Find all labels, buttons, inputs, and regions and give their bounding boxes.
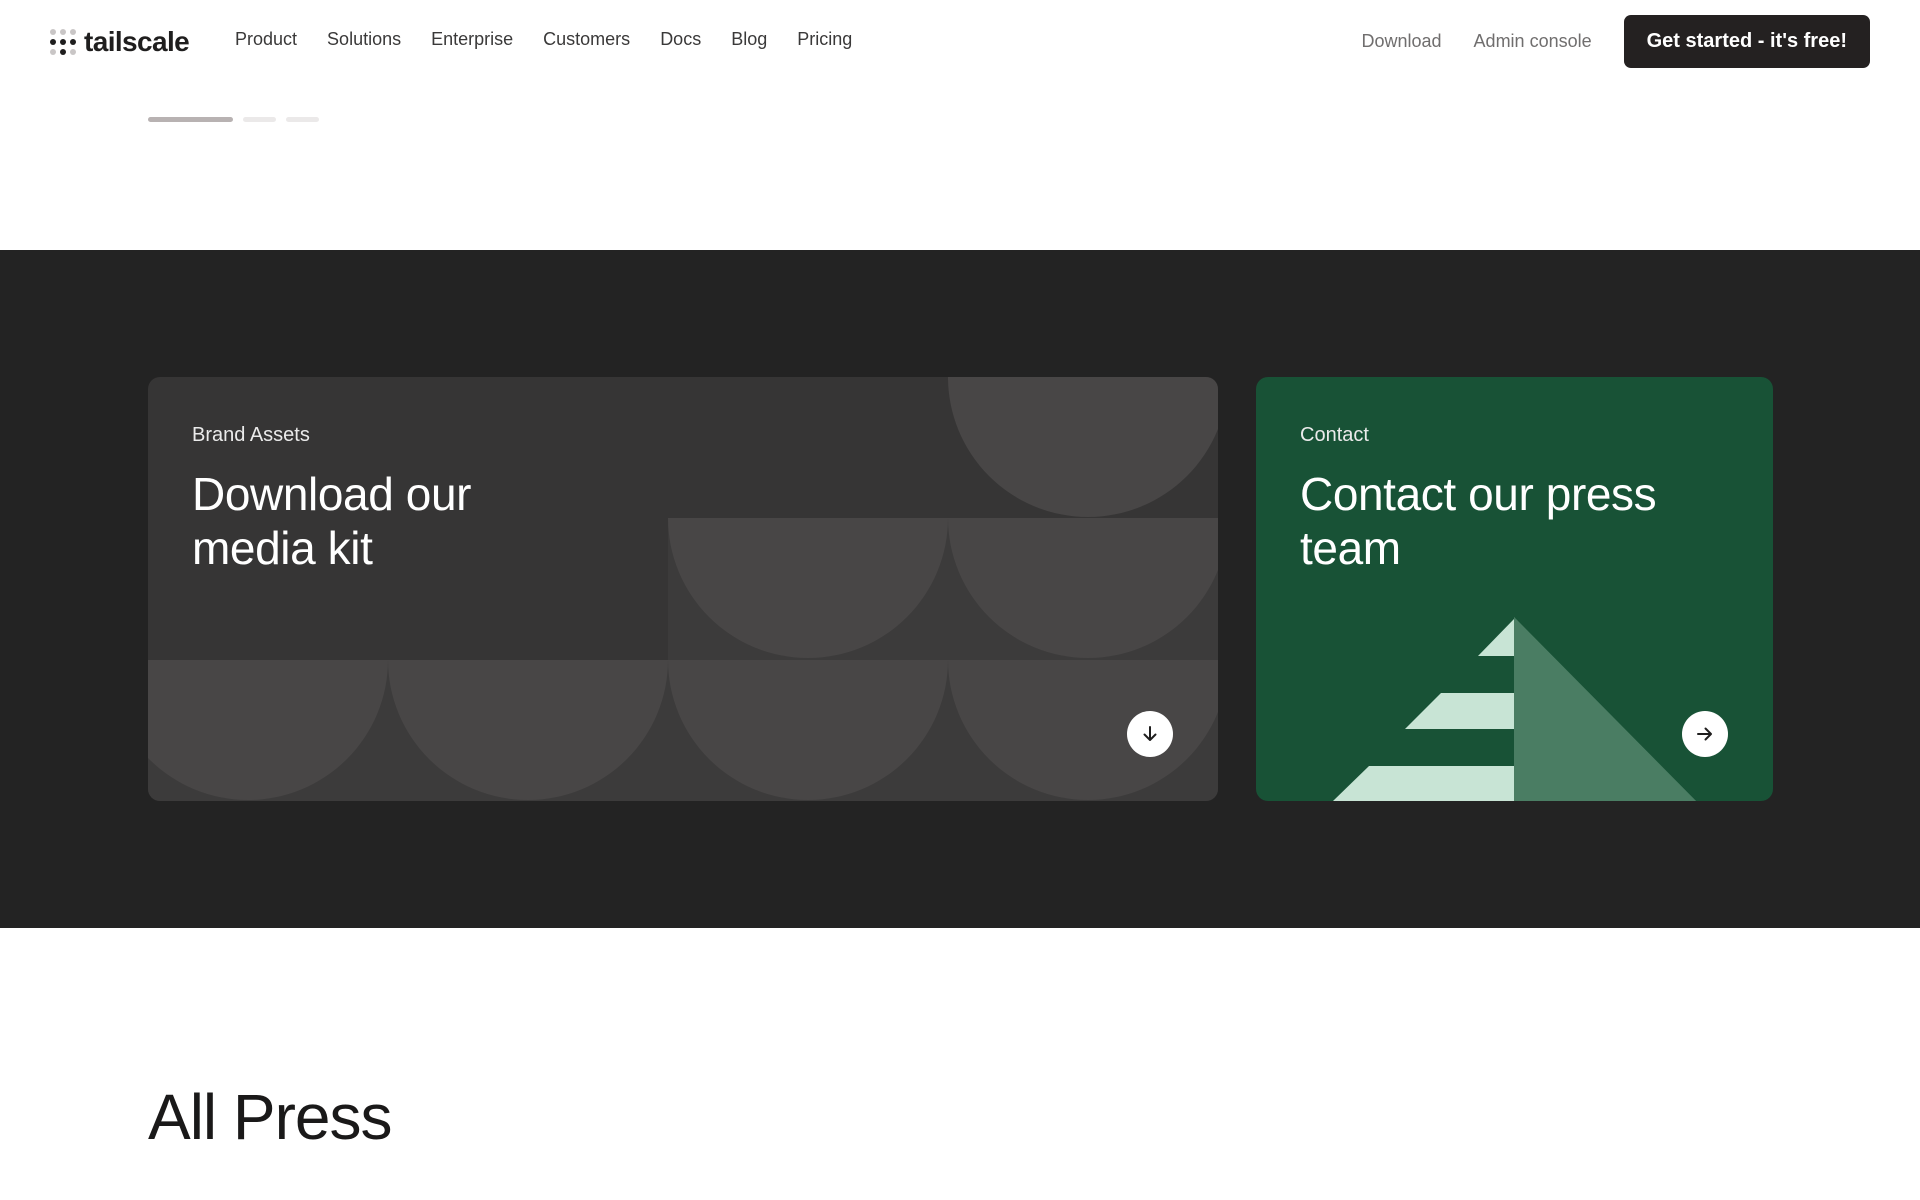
primary-nav: Product Solutions Enterprise Customers D… — [235, 29, 882, 50]
card-title: Download our media kit — [192, 468, 472, 574]
card-label: Contact — [1300, 424, 1369, 446]
get-started-button[interactable]: Get started - it's free! — [1623, 15, 1870, 68]
card-title: Contact our press team — [1300, 468, 1657, 574]
nav-link-pricing[interactable]: Pricing — [797, 29, 852, 50]
card-label: Brand Assets — [192, 424, 310, 446]
carousel-dot-3[interactable] — [286, 117, 319, 122]
nav-link-solutions[interactable]: Solutions — [327, 29, 401, 50]
top-nav: tailscale Product Solutions Enterprise C… — [0, 0, 1920, 84]
press-resources-section: Brand Assets Download our media kit Cont… — [0, 250, 1920, 928]
contact-press-card[interactable]: Contact Contact our press team — [1256, 377, 1773, 801]
admin-console-link[interactable]: Admin console — [1474, 31, 1592, 52]
carousel-indicator — [148, 117, 319, 122]
nav-link-enterprise[interactable]: Enterprise — [431, 29, 513, 50]
arrow-down-icon — [1143, 726, 1157, 741]
carousel-dot-1[interactable] — [148, 117, 233, 122]
media-kit-card[interactable]: Brand Assets Download our media kit — [148, 377, 1218, 801]
arrow-right-icon — [1697, 727, 1712, 741]
logo-link[interactable]: tailscale — [50, 26, 190, 58]
nav-link-product[interactable]: Product — [235, 29, 297, 50]
nav-link-docs[interactable]: Docs — [660, 29, 701, 50]
all-press-heading: All Press — [148, 1081, 392, 1153]
logo-dots-icon — [50, 29, 76, 55]
logo-text: tailscale — [84, 26, 190, 57]
carousel-dot-2[interactable] — [243, 117, 276, 122]
download-link[interactable]: Download — [1361, 31, 1441, 52]
nav-link-blog[interactable]: Blog — [731, 29, 767, 50]
download-media-kit-button[interactable] — [1127, 711, 1173, 757]
nav-link-customers[interactable]: Customers — [543, 29, 630, 50]
contact-press-button[interactable] — [1682, 711, 1728, 757]
nav-actions: Download Admin console Get started - it'… — [1361, 15, 1870, 68]
